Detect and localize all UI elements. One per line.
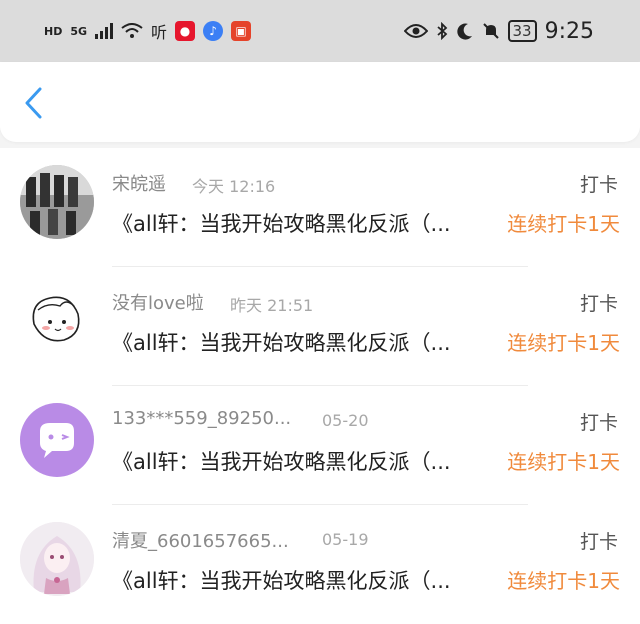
wifi-icon	[121, 23, 143, 38]
list-item[interactable]: 清夏_6601657665... 05-19 打卡 《all轩：当我开始攻略黑化…	[0, 505, 640, 624]
network-type: 5G	[70, 24, 88, 38]
clock: 9:25	[544, 18, 594, 44]
avatar[interactable]	[20, 165, 94, 239]
status-bar: HD 5G 听 ● ♪ ▣ 33 9:25	[0, 0, 640, 62]
checkin-time: 05-20	[322, 411, 369, 430]
checkin-type: 打卡	[579, 174, 618, 196]
weibo-icon: ●	[175, 21, 196, 41]
hd-indicator: HD	[44, 24, 63, 38]
signal-icon	[95, 23, 114, 39]
list-item[interactable]: 没有love啦 昨天 21:51 打卡 《all轩：当我开始攻略黑化反派（...…	[0, 267, 640, 386]
book-title[interactable]: 《all轩：当我开始攻略黑化反派（...	[112, 327, 492, 357]
ting-app-icon: 听	[151, 23, 168, 42]
avatar[interactable]	[20, 522, 94, 596]
user-name[interactable]: 宋皖遥	[112, 170, 166, 196]
status-left: HD 5G 听 ● ♪ ▣	[44, 19, 252, 43]
checkin-time: 05-19	[322, 530, 369, 549]
checkin-time: 今天 12:16	[192, 177, 276, 196]
checkin-time: 昨天 21:51	[230, 296, 314, 315]
music-icon: ♪	[203, 21, 224, 41]
list-item[interactable]: 宋皖遥 今天 12:16 打卡 《all轩：当我开始攻略黑化反派（... 连续打…	[0, 148, 640, 267]
checkin-type: 打卡	[579, 293, 618, 315]
checkin-list: 宋皖遥 今天 12:16 打卡 《all轩：当我开始攻略黑化反派（... 连续打…	[0, 148, 640, 624]
checkin-type: 打卡	[579, 412, 618, 434]
avatar[interactable]	[20, 284, 94, 358]
ting-badge-icon: ▣	[231, 21, 252, 41]
streak-label: 连续打卡1天	[507, 450, 620, 474]
user-name[interactable]: 清夏_6601657665...	[112, 527, 289, 553]
eye-icon	[403, 24, 428, 38]
user-name[interactable]: 133***559_89250...	[112, 408, 291, 429]
streak-label: 连续打卡1天	[507, 212, 620, 236]
battery-indicator: 33	[507, 20, 537, 42]
book-title[interactable]: 《all轩：当我开始攻略黑化反派（...	[112, 565, 492, 595]
chevron-left-icon[interactable]	[22, 86, 46, 120]
book-title[interactable]: 《all轩：当我开始攻略黑化反派（...	[112, 208, 492, 238]
status-right: 33 9:25	[403, 18, 594, 44]
user-name[interactable]: 没有love啦	[112, 289, 204, 315]
bell-muted-icon	[482, 23, 499, 39]
list-item[interactable]: 133***559_89250... 05-20 打卡 《all轩：当我开始攻略…	[0, 386, 640, 505]
streak-label: 连续打卡1天	[507, 331, 620, 355]
book-title[interactable]: 《all轩：当我开始攻略黑化反派（...	[112, 446, 492, 476]
checkin-type: 打卡	[579, 531, 618, 553]
moon-icon	[456, 23, 472, 40]
streak-label: 连续打卡1天	[507, 569, 620, 593]
avatar[interactable]	[20, 403, 94, 477]
bluetooth-icon	[436, 22, 447, 40]
top-navbar	[0, 62, 640, 142]
